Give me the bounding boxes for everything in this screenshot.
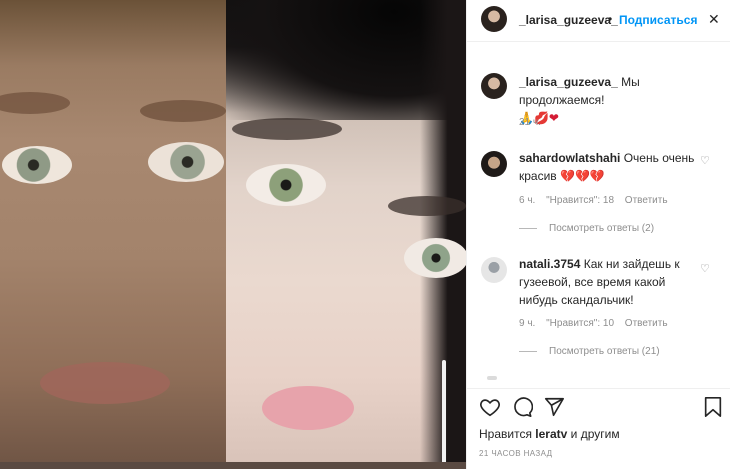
photo-left-brow-right: [140, 100, 226, 122]
photo-right-brow-left: [232, 118, 342, 140]
caption-avatar[interactable]: [481, 73, 507, 99]
view-replies[interactable]: Посмотреть ответы (21): [519, 346, 660, 357]
likes-summary: Нравится leratv и другим: [479, 427, 620, 441]
caption-text: _larisa_guzeeva_ Мы продолжаемся! 🙏💋❤: [519, 73, 719, 127]
likes-user[interactable]: leratv: [535, 427, 567, 441]
close-icon[interactable]: ✕: [708, 11, 720, 28]
photo-right-lips: [262, 386, 354, 430]
photo-bottom-strip: [0, 462, 466, 469]
comment-text: natali.3754 Как ни зайдешь к гузеевой, в…: [519, 255, 697, 309]
comments-list[interactable]: _larisa_guzeeva_ Мы продолжаемся! 🙏💋❤ 21…: [467, 43, 730, 383]
comment-time: 6 ч.: [519, 195, 536, 206]
photo-left-lips: [40, 362, 170, 404]
comment-avatar[interactable]: [481, 257, 507, 283]
comment-meta: 9 ч. "Нравится": 10 Ответить: [519, 318, 676, 329]
photo-left-eye-left: [2, 146, 72, 184]
photo-right-eye-left: [246, 164, 326, 206]
comment-likes[interactable]: "Нравится": 18: [546, 195, 614, 206]
post-timestamp[interactable]: 21 ЧАСОВ НАЗАД: [479, 449, 552, 458]
bookmark-icon[interactable]: [703, 396, 723, 421]
likes-prefix: Нравится: [479, 427, 532, 441]
view-replies-label[interactable]: Посмотреть ответы (21): [549, 346, 660, 357]
post-photo[interactable]: [0, 0, 466, 469]
comment-meta: 6 ч. "Нравится": 18 Ответить: [519, 195, 676, 206]
header-username[interactable]: _larisa_guzeeva_: [519, 13, 618, 27]
follow-button[interactable]: Подписаться: [619, 13, 697, 27]
avatar[interactable]: [481, 6, 507, 32]
comment-emoji: 💔💔💔: [560, 169, 605, 183]
post-actions: Нравится leratv и другим 21 ЧАСОВ НАЗАД: [467, 388, 730, 469]
comment-avatar[interactable]: [481, 151, 507, 177]
replies-divider: [519, 227, 537, 229]
comment-like-icon[interactable]: ♡: [700, 262, 710, 275]
photo-left-eye-right: [148, 142, 224, 182]
share-icon[interactable]: [543, 396, 565, 421]
view-replies-label[interactable]: Посмотреть ответы (2): [549, 223, 654, 234]
likes-suffix[interactable]: и другим: [571, 427, 620, 441]
view-replies[interactable]: Посмотреть ответы (2): [519, 223, 654, 234]
caption-time: 21 ч.: [519, 117, 541, 128]
photo-earphone-cable: [442, 360, 446, 469]
loading-indicator: [487, 376, 497, 380]
comment-icon[interactable]: [511, 396, 534, 421]
caption-username[interactable]: _larisa_guzeeva_: [519, 75, 618, 89]
comment-text: sahardowlatshahi Очень очень красив 💔💔💔: [519, 149, 697, 185]
comment-reply-button[interactable]: Ответить: [625, 318, 668, 329]
photo-right-brow-right: [388, 196, 466, 216]
comment-like-icon[interactable]: ♡: [700, 154, 710, 167]
comment-likes[interactable]: "Нравится": 10: [546, 318, 614, 329]
header-separator: •: [608, 12, 613, 26]
heart-icon[interactable]: [479, 396, 501, 421]
replies-divider: [519, 350, 537, 352]
comment-time: 9 ч.: [519, 318, 536, 329]
comment-username[interactable]: natali.3754: [519, 257, 580, 271]
photo-right-eye-right: [404, 238, 466, 278]
post-header: _larisa_guzeeva_ • Подписаться ✕: [467, 0, 730, 42]
comment-reply-button[interactable]: Ответить: [625, 195, 668, 206]
post-side-panel: _larisa_guzeeva_ • Подписаться ✕ _larisa…: [466, 0, 730, 469]
comment-username[interactable]: sahardowlatshahi: [519, 151, 620, 165]
